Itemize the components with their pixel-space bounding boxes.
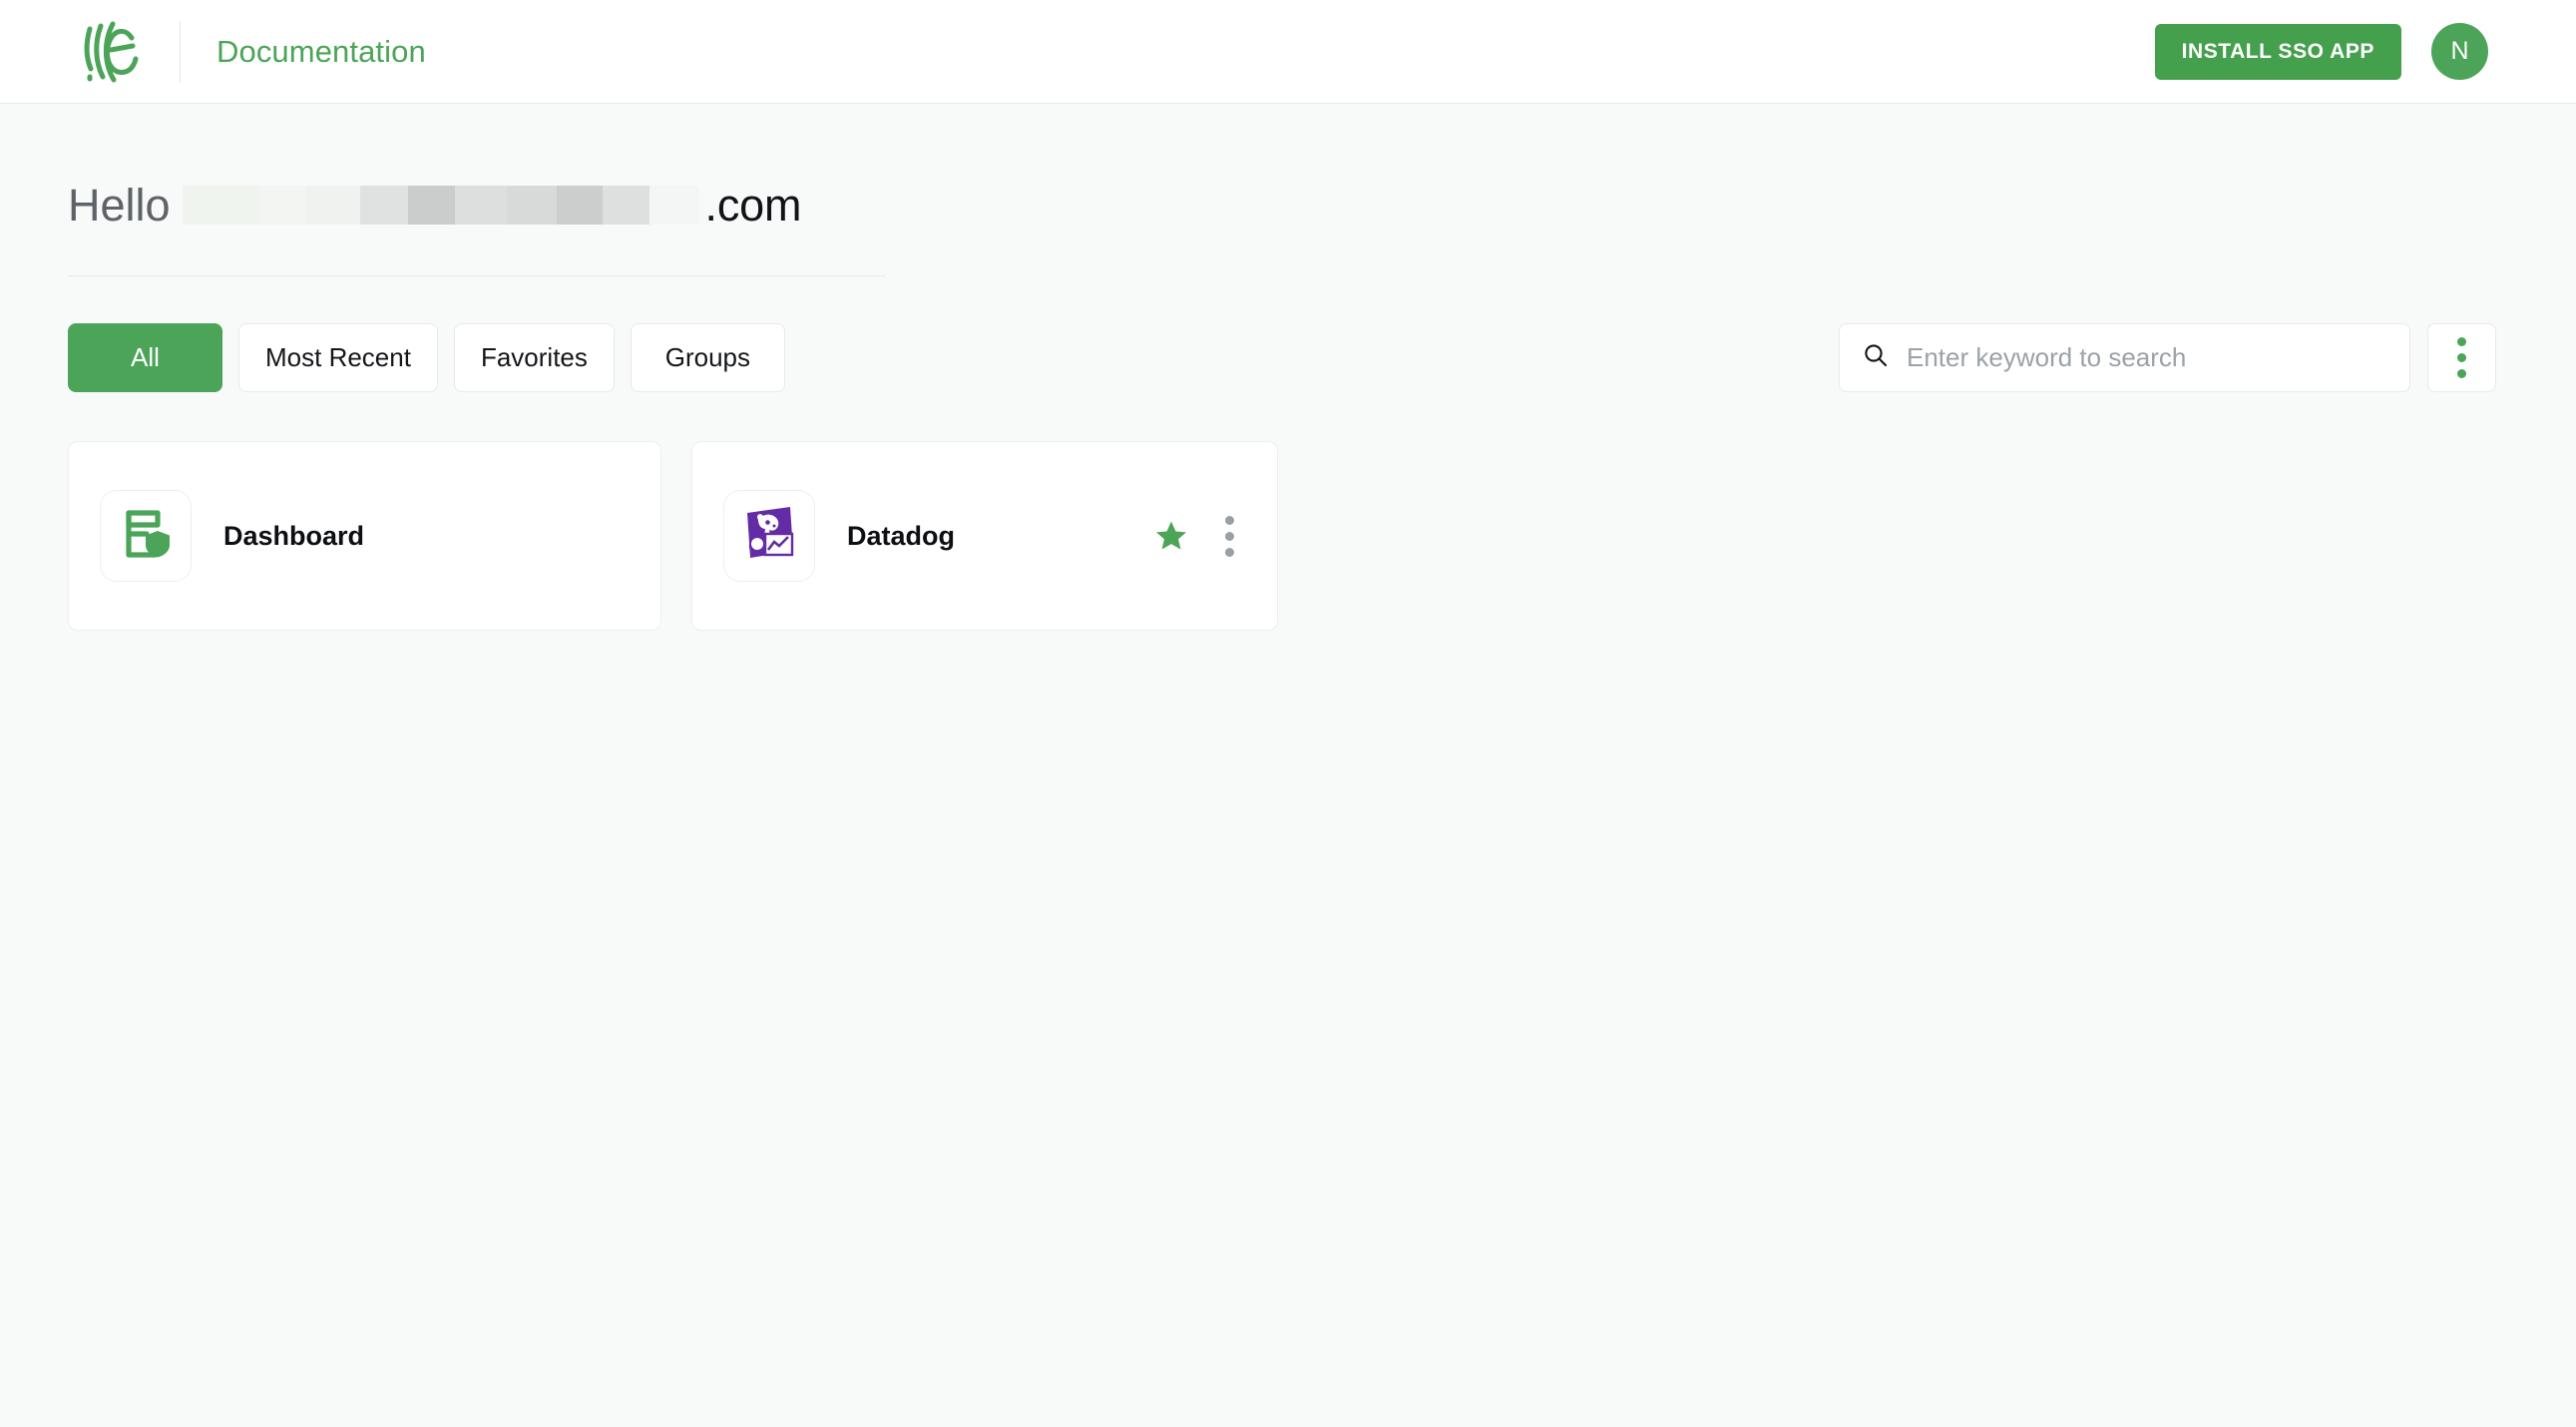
search-icon bbox=[1862, 341, 1890, 374]
greeting-line: Hello .com bbox=[68, 177, 2496, 233]
app-name: Dashboard bbox=[223, 520, 365, 551]
page-title: Documentation bbox=[216, 33, 426, 69]
app-card-grid: Dashboard Datadog bbox=[68, 441, 2496, 631]
app-header: Documentation INSTALL SSO APP N bbox=[0, 0, 2576, 104]
datadog-logo-icon bbox=[738, 503, 800, 570]
app-icon-tile bbox=[723, 490, 815, 582]
dashboard-shield-icon bbox=[117, 505, 175, 568]
tab-groups[interactable]: Groups bbox=[630, 323, 785, 392]
redaction-segment bbox=[506, 185, 557, 225]
kebab-menu-icon bbox=[2457, 337, 2466, 346]
redacted-email-block bbox=[182, 185, 699, 225]
app-icon-tile bbox=[100, 490, 192, 582]
greeting-hello-text: Hello bbox=[68, 179, 171, 231]
filter-bar: All Most Recent Favorites Groups bbox=[68, 323, 2496, 392]
card-actions bbox=[1151, 514, 1246, 558]
favorite-star-icon[interactable] bbox=[1151, 516, 1191, 556]
kebab-menu-icon bbox=[1224, 547, 1234, 557]
greeting-divider bbox=[68, 275, 886, 276]
greeting-block: Hello .com bbox=[68, 104, 2496, 276]
redaction-segment bbox=[556, 185, 603, 225]
tab-most-recent[interactable]: Most Recent bbox=[238, 323, 438, 392]
filter-tabs: All Most Recent Favorites Groups bbox=[68, 323, 785, 392]
install-sso-app-button[interactable]: INSTALL SSO APP bbox=[2154, 23, 2401, 80]
tab-favorites[interactable]: Favorites bbox=[453, 323, 615, 392]
brand-divider bbox=[180, 20, 181, 83]
card-overflow-menu-button[interactable] bbox=[1212, 514, 1246, 558]
overflow-menu-button[interactable] bbox=[2427, 323, 2496, 392]
redaction-segment bbox=[304, 185, 360, 225]
edgewise-arcs-logo-icon[interactable] bbox=[80, 17, 142, 87]
kebab-menu-icon bbox=[1224, 531, 1234, 541]
redaction-segment bbox=[602, 185, 649, 225]
search-group bbox=[1839, 323, 2496, 392]
search-box[interactable] bbox=[1839, 323, 2410, 392]
redaction-segment bbox=[359, 185, 408, 225]
app-card-dashboard[interactable]: Dashboard bbox=[68, 441, 661, 631]
kebab-menu-icon bbox=[2457, 353, 2466, 362]
brand-group: Documentation bbox=[80, 0, 426, 103]
search-input[interactable] bbox=[1907, 342, 2387, 373]
kebab-menu-icon bbox=[1224, 515, 1234, 525]
redaction-segment bbox=[259, 185, 305, 225]
app-name: Datadog bbox=[847, 520, 955, 551]
kebab-menu-icon bbox=[2457, 369, 2466, 378]
redaction-segment bbox=[182, 185, 260, 225]
app-card-datadog[interactable]: Datadog bbox=[691, 441, 1278, 631]
main-content: Hello .com All Most Recent Favorites Groups bbox=[0, 104, 2576, 631]
redaction-segment bbox=[454, 185, 507, 225]
tab-all[interactable]: All bbox=[68, 323, 222, 392]
avatar[interactable]: N bbox=[2431, 23, 2488, 80]
greeting-domain-text: .com bbox=[704, 179, 802, 231]
header-actions: INSTALL SSO APP N bbox=[2154, 23, 2488, 80]
redaction-segment bbox=[648, 185, 699, 225]
redaction-segment bbox=[407, 185, 455, 225]
